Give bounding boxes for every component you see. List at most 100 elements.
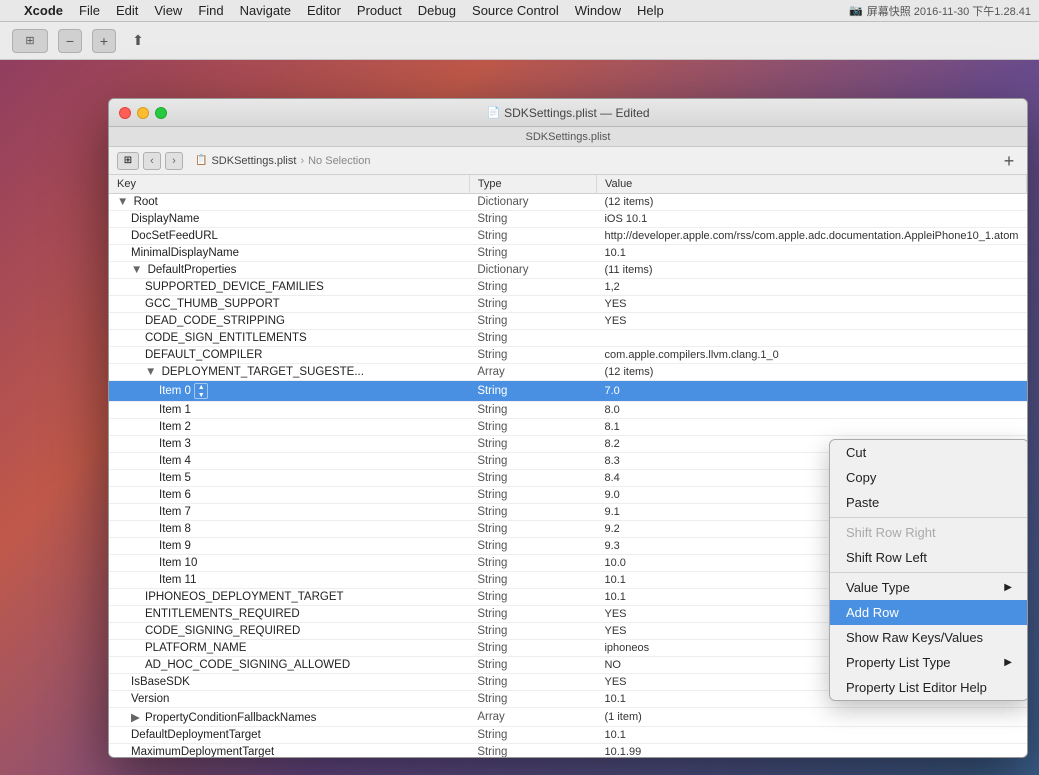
key-label: Item 2 [159, 421, 191, 433]
table-row[interactable]: MaximumDeploymentTargetString10.1.99 [109, 744, 1027, 758]
table-row[interactable]: ▼ DefaultPropertiesDictionary(11 items) [109, 262, 1027, 279]
key-label: ENTITLEMENTS_REQUIRED [145, 608, 300, 620]
ctx-shift-row-left[interactable]: Shift Row Left [830, 545, 1028, 570]
maximize-button[interactable] [155, 107, 167, 119]
key-label: Item 5 [159, 472, 191, 484]
key-cell: Item 8 [109, 521, 469, 538]
key-label: DEFAULT_COMPILER [145, 349, 262, 361]
value-stepper[interactable]: ▲▼ [191, 385, 208, 397]
nav-forward-btn[interactable]: › [165, 152, 183, 170]
table-row[interactable]: Item 1String8.0 [109, 402, 1027, 419]
os-menubar: Xcode File Edit View Find Navigate Edito… [0, 0, 1039, 22]
key-cell: ▼ Root [109, 194, 469, 211]
ctx-shift-left-label: Shift Row Left [846, 550, 927, 565]
nav-back-btn[interactable]: ‹ [143, 152, 161, 170]
value-cell: 8.1 [596, 419, 1026, 436]
table-row[interactable]: ▼ DEPLOYMENT_TARGET_SUGESTE...Array(12 i… [109, 364, 1027, 381]
submenu-arrow-icon: ▶ [1004, 582, 1012, 593]
window-title: 📄 SDKSettings.plist — Edited [486, 106, 649, 120]
menubar-debug[interactable]: Debug [410, 2, 464, 19]
key-label: Item 10 [159, 557, 197, 569]
ctx-cut[interactable]: Cut [830, 440, 1028, 465]
close-button[interactable] [119, 107, 131, 119]
table-row[interactable]: DefaultDeploymentTargetString10.1 [109, 727, 1027, 744]
table-row[interactable]: DEFAULT_COMPILERStringcom.apple.compiler… [109, 347, 1027, 364]
menubar-window[interactable]: Window [567, 2, 629, 19]
value-cell: 1,2 [596, 279, 1026, 296]
ctx-shift-row-right: Shift Row Right [830, 520, 1028, 545]
window-toolbar: ⊞ ‹ › 📋 SDKSettings.plist › No Selection… [109, 147, 1027, 175]
type-cell: String [469, 419, 596, 436]
key-cell: Item 10 [109, 555, 469, 572]
menubar-xcode[interactable]: Xcode [16, 2, 71, 19]
menubar-find[interactable]: Find [190, 2, 231, 19]
ctx-add-row[interactable]: Add Row [830, 600, 1028, 625]
table-row[interactable]: CODE_SIGN_ENTITLEMENTSString [109, 330, 1027, 347]
menubar-file[interactable]: File [71, 2, 108, 19]
key-label: Item 9 [159, 540, 191, 552]
list-view-btn[interactable]: ⊞ [117, 152, 139, 170]
value-cell: 10.1 [596, 727, 1026, 744]
menubar-help[interactable]: Help [629, 2, 672, 19]
key-cell: Item 7 [109, 504, 469, 521]
ctx-add-row-label: Add Row [846, 605, 899, 620]
disclosure-icon[interactable]: ▼ [145, 366, 160, 378]
table-row[interactable]: Item 0 ▲▼String7.0 [109, 381, 1027, 402]
table-row[interactable]: SUPPORTED_DEVICE_FAMILIESString1,2 [109, 279, 1027, 296]
menubar-navigate[interactable]: Navigate [232, 2, 299, 19]
ctx-editor-help[interactable]: Property List Editor Help [830, 675, 1028, 700]
key-label: CODE_SIGN_ENTITLEMENTS [145, 332, 307, 344]
type-cell: String [469, 538, 596, 555]
zoom-in-btn[interactable]: + [92, 29, 116, 53]
context-menu: Cut Copy Paste Shift Row Right Shift Row… [829, 439, 1028, 701]
table-row[interactable]: MinimalDisplayNameString10.1 [109, 245, 1027, 262]
ctx-property-list-type[interactable]: Property List Type ▶ [830, 650, 1028, 675]
ctx-value-type[interactable]: Value Type ▶ [830, 575, 1028, 600]
table-row[interactable]: Item 2 String8.1 [109, 419, 1027, 436]
type-cell: String [469, 436, 596, 453]
key-label: Item 0 [159, 385, 191, 397]
menubar-product[interactable]: Product [349, 2, 410, 19]
minimize-button[interactable] [137, 107, 149, 119]
disclosure-icon[interactable]: ▼ [117, 196, 132, 208]
table-row[interactable]: ▶ PropertyConditionFallbackNamesArray(1 … [109, 708, 1027, 727]
view-toggle-btn[interactable]: ⊞ [12, 29, 48, 53]
table-row[interactable]: DisplayNameStringiOS 10.1 [109, 211, 1027, 228]
value-cell: 7.0 [596, 381, 1026, 402]
table-row[interactable]: DocSetFeedURLStringhttp://developer.appl… [109, 228, 1027, 245]
type-cell: String [469, 347, 596, 364]
ctx-paste[interactable]: Paste [830, 490, 1028, 515]
type-cell: String [469, 296, 596, 313]
menubar-sourcecontrol[interactable]: Source Control [464, 2, 567, 19]
type-cell: String [469, 504, 596, 521]
ctx-copy[interactable]: Copy [830, 465, 1028, 490]
type-cell: String [469, 402, 596, 419]
ctx-show-raw[interactable]: Show Raw Keys/Values [830, 625, 1028, 650]
breadcrumb-file[interactable]: SDKSettings.plist [211, 155, 296, 167]
plist-icon: 📋 [195, 155, 207, 166]
key-cell: DEAD_CODE_STRIPPING [109, 313, 469, 330]
menubar-editor[interactable]: Editor [299, 2, 349, 19]
share-btn[interactable]: ⬆ [126, 29, 150, 53]
key-label: DocSetFeedURL [131, 230, 218, 242]
key-label: MaximumDeploymentTarget [131, 746, 274, 757]
add-row-btn[interactable]: + [999, 151, 1019, 171]
table-row[interactable]: ▼ RootDictionary(12 items) [109, 194, 1027, 211]
submenu-arrow-2-icon: ▶ [1004, 657, 1012, 668]
disclosure-icon[interactable]: ▶ [131, 712, 143, 724]
menubar-edit[interactable]: Edit [108, 2, 146, 19]
ctx-paste-label: Paste [846, 495, 879, 510]
key-label: DefaultDeploymentTarget [131, 729, 261, 741]
ctx-separator-2 [830, 572, 1028, 573]
key-label: Item 8 [159, 523, 191, 535]
disclosure-icon[interactable]: ▼ [131, 264, 146, 276]
zoom-out-btn[interactable]: − [58, 29, 82, 53]
key-cell: DefaultDeploymentTarget [109, 727, 469, 744]
key-label: Version [131, 693, 169, 705]
type-cell: String [469, 572, 596, 589]
ctx-show-raw-label: Show Raw Keys/Values [846, 630, 983, 645]
table-row[interactable]: GCC_THUMB_SUPPORTStringYES [109, 296, 1027, 313]
table-row[interactable]: DEAD_CODE_STRIPPINGStringYES [109, 313, 1027, 330]
menubar-view[interactable]: View [146, 2, 190, 19]
screenshot-icon: 📷 [849, 4, 863, 17]
